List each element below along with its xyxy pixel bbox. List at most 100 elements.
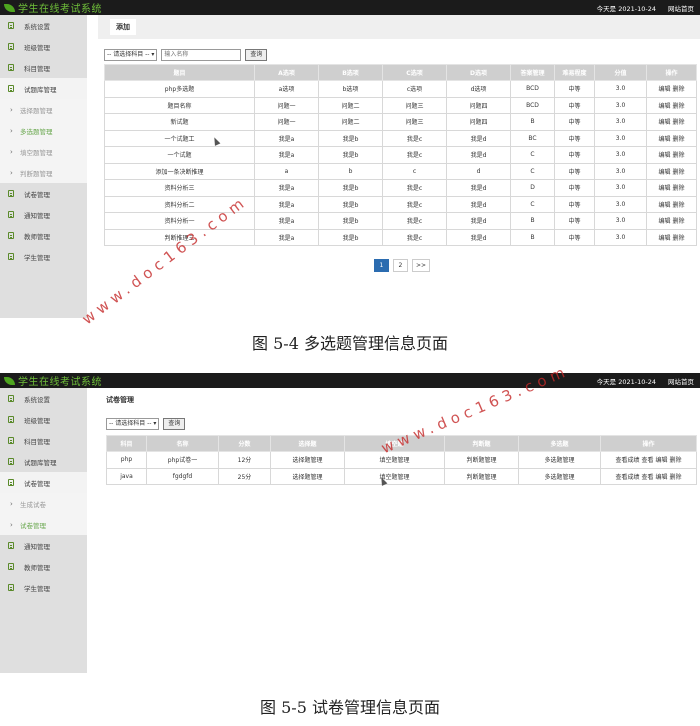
edit-link[interactable]: 编辑	[658, 202, 670, 209]
filter-bar: -- 请选择科目 -- ▾ 查询	[104, 47, 700, 63]
sidebar-item[interactable]: 学生管理	[0, 577, 87, 598]
column-header: B选项	[318, 64, 383, 81]
sidebar-item[interactable]: 班级管理	[0, 409, 87, 430]
delete-link[interactable]: 删除	[673, 202, 685, 209]
sidebar-item[interactable]: 系统设置	[0, 15, 87, 36]
delete-link[interactable]: 删除	[670, 457, 682, 464]
table-row: 判断推理三 我是a 我是b 我是c 我是d B 中等 3.0 编辑 删除	[104, 228, 697, 246]
table-cell: BCD	[510, 96, 555, 114]
table-cell: 中等	[554, 162, 595, 180]
edit-link[interactable]: 编辑	[658, 235, 670, 242]
sidebar-item[interactable]: 通知管理	[0, 204, 87, 225]
delete-link[interactable]: 删除	[673, 119, 685, 126]
sidebar-item-label: 试卷管理	[24, 190, 50, 199]
edit-link[interactable]: 编辑	[658, 218, 670, 225]
page-button[interactable]: 1	[373, 259, 389, 272]
tab-add[interactable]: 添加	[110, 19, 136, 35]
leaf-logo-icon	[4, 3, 15, 12]
sidebar-item[interactable]: 教师管理	[0, 556, 87, 577]
query-button[interactable]: 查询	[163, 418, 186, 430]
delete-link[interactable]: 删除	[673, 136, 685, 143]
table-cell: 中等	[554, 228, 595, 246]
table-cell: 资料分析三	[104, 179, 255, 197]
edit-link[interactable]: 编辑	[658, 169, 670, 176]
row-actions: 编辑 删除	[646, 80, 697, 98]
subject-select[interactable]: -- 请选择科目 -- ▾	[104, 49, 158, 61]
delete-link[interactable]: 删除	[673, 218, 685, 225]
table-cell: 选择题管理	[270, 467, 345, 485]
sidebar-item[interactable]: 试题库管理	[0, 78, 87, 99]
sidebar-subitem[interactable]: › 多选题管理	[0, 120, 87, 141]
sidebar-item-label: 试卷管理	[24, 479, 50, 488]
delete-link[interactable]: 删除	[673, 185, 685, 192]
column-header: 科目	[106, 435, 147, 452]
table-cell: c	[382, 162, 447, 180]
delete-link[interactable]: 删除	[673, 235, 685, 242]
query-button[interactable]: 查询	[245, 49, 268, 61]
view-link[interactable]: 查看	[641, 457, 653, 464]
edit-link[interactable]: 编辑	[658, 119, 670, 126]
row-actions: 编辑 删除	[646, 212, 697, 230]
page-button[interactable]: >>	[411, 259, 431, 272]
row-actions: 编辑 删除	[646, 228, 697, 246]
delete-link[interactable]: 删除	[673, 152, 685, 159]
edit-link[interactable]: 编辑	[658, 86, 670, 93]
home-link[interactable]: 网站首页	[668, 3, 694, 13]
column-header: 操作	[646, 64, 697, 81]
sidebar-subitem[interactable]: › 试卷管理	[0, 514, 87, 535]
subject-select[interactable]: -- 请选择科目 -- ▾	[106, 418, 160, 430]
table-cell: 3.0	[594, 96, 647, 114]
manage-link[interactable]: 填空题管理	[379, 457, 409, 464]
page-button[interactable]: 2	[392, 259, 408, 272]
table-cell: 我是c	[382, 129, 447, 147]
cell-text: php	[120, 456, 133, 464]
table-cell: d	[446, 162, 511, 180]
edit-link[interactable]: 编辑	[656, 457, 668, 464]
manage-link[interactable]: 选择题管理	[292, 474, 322, 481]
manage-link[interactable]: 判断题管理	[466, 474, 496, 481]
manage-link[interactable]: 多选题管理	[544, 457, 574, 464]
sidebar-item[interactable]: 班级管理	[0, 36, 87, 57]
name-search-input[interactable]	[161, 49, 242, 61]
sidebar-item[interactable]: 科目管理	[0, 430, 87, 451]
sidebar-item[interactable]: 试题库管理	[0, 451, 87, 472]
manage-link[interactable]: 选择题管理	[292, 457, 322, 464]
sidebar-item[interactable]: 学生管理	[0, 246, 87, 267]
sidebar-subitem[interactable]: › 判断题管理	[0, 162, 87, 183]
table-row: java fgdgfd 25分 选择题管理 填空题管理 判断题管理 多选题管理 查看成绩 查看编…	[106, 467, 697, 485]
document-icon	[8, 437, 14, 444]
sidebar-item[interactable]: 通知管理	[0, 535, 87, 556]
sidebar-subitem[interactable]: › 选择题管理	[0, 99, 87, 120]
sidebar-item[interactable]: 科目管理	[0, 57, 87, 78]
manage-link[interactable]: 多选题管理	[544, 474, 574, 481]
table-row: 资料分析二 我是a 我是b 我是c 我是d C 中等 3.0 编辑 删除	[104, 195, 697, 213]
view-scores-link[interactable]: 查看成绩	[615, 474, 639, 481]
delete-link[interactable]: 删除	[673, 86, 685, 93]
edit-link[interactable]: 编辑	[658, 136, 670, 143]
table-cell: 我是b	[318, 212, 383, 230]
delete-link[interactable]: 删除	[673, 169, 685, 176]
column-header: 多选题	[518, 435, 601, 452]
manage-link[interactable]: 判断题管理	[466, 457, 496, 464]
sidebar-item[interactable]: 试卷管理	[0, 472, 87, 493]
chevron-right-icon: ›	[10, 147, 13, 156]
edit-link[interactable]: 编辑	[658, 152, 670, 159]
top-bar: 学生在线考试系统 今天是 2021-10-24 网站首页	[0, 373, 700, 388]
sidebar-item[interactable]: 试卷管理	[0, 183, 87, 204]
sidebar-subitem[interactable]: › 填空题管理	[0, 141, 87, 162]
home-link[interactable]: 网站首页	[668, 376, 694, 386]
delete-link[interactable]: 删除	[670, 474, 682, 481]
table-cell: 3.0	[594, 162, 647, 180]
edit-link[interactable]: 编辑	[658, 185, 670, 192]
sidebar-item[interactable]: 教师管理	[0, 225, 87, 246]
app-logo: 学生在线考试系统	[4, 1, 102, 15]
edit-link[interactable]: 编辑	[658, 103, 670, 110]
sidebar-subitem[interactable]: › 生成试卷	[0, 493, 87, 514]
delete-link[interactable]: 删除	[673, 103, 685, 110]
sidebar-item[interactable]: 系统设置	[0, 388, 87, 409]
edit-link[interactable]: 编辑	[656, 474, 668, 481]
view-link[interactable]: 查看	[641, 474, 653, 481]
sidebar-item-label: 系统设置	[24, 395, 50, 404]
table-cell: 问题四	[446, 113, 511, 131]
view-scores-link[interactable]: 查看成绩	[615, 457, 639, 464]
